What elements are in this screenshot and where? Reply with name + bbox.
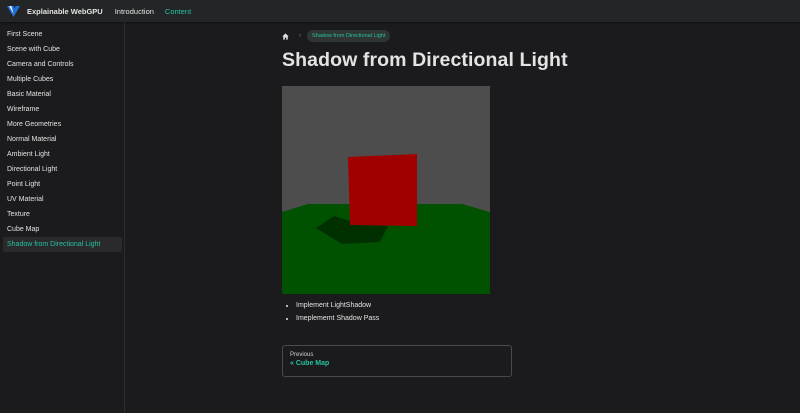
scene-cube: [348, 154, 417, 226]
sidebar: First Scene Scene with Cube Camera and C…: [0, 22, 125, 413]
sidebar-item-basic-material[interactable]: Basic Material: [3, 87, 122, 102]
sidebar-item-camera-and-controls[interactable]: Camera and Controls: [3, 57, 122, 72]
list-item: Implement LightShadow: [296, 300, 522, 313]
top-navbar: Explainable WebGPU Introduction Content: [0, 0, 800, 22]
sidebar-item-shadow-from-directional-light[interactable]: Shadow from Directional Light: [3, 237, 122, 252]
pagination-previous[interactable]: Previous « Cube Map: [282, 345, 512, 377]
pagination-label[interactable]: « Cube Map: [290, 360, 504, 367]
sidebar-item-cube-map[interactable]: Cube Map: [3, 222, 122, 237]
sidebar-item-point-light[interactable]: Point Light: [3, 177, 122, 192]
site-title[interactable]: Explainable WebGPU: [27, 7, 103, 16]
sidebar-item-scene-with-cube[interactable]: Scene with Cube: [3, 42, 122, 57]
sidebar-item-wireframe[interactable]: Wireframe: [3, 102, 122, 117]
breadcrumb-current: Shadow from Directional Light: [307, 30, 391, 42]
nav-link-introduction[interactable]: Introduction: [115, 7, 154, 16]
page-title: Shadow from Directional Light: [282, 49, 568, 71]
pagination-sublabel: Previous: [290, 352, 314, 358]
webgpu-logo-icon[interactable]: [7, 5, 20, 17]
sidebar-item-uv-material[interactable]: UV Material: [3, 192, 122, 207]
sidebar-item-first-scene[interactable]: First Scene: [3, 27, 122, 42]
webgpu-canvas[interactable]: [282, 86, 490, 294]
sidebar-item-multiple-cubes[interactable]: Multiple Cubes: [3, 72, 122, 87]
sidebar-item-texture[interactable]: Texture: [3, 207, 122, 222]
sidebar-item-directional-light[interactable]: Directional Light: [3, 162, 122, 177]
main-content: › Shadow from Directional Light Shadow f…: [282, 22, 568, 377]
sidebar-item-normal-material[interactable]: Normal Material: [3, 132, 122, 147]
home-icon[interactable]: [282, 32, 289, 40]
chevron-right-icon: ›: [299, 33, 301, 39]
sidebar-item-ambient-light[interactable]: Ambient Light: [3, 147, 122, 162]
sidebar-item-more-geometries[interactable]: More Geometries: [3, 117, 122, 132]
breadcrumb: › Shadow from Directional Light: [282, 29, 522, 43]
bullet-list: Implement LightShadow Imeplememt Shadow …: [282, 300, 522, 325]
nav-link-content[interactable]: Content: [165, 7, 191, 16]
list-item: Imeplememt Shadow Pass: [296, 313, 522, 326]
